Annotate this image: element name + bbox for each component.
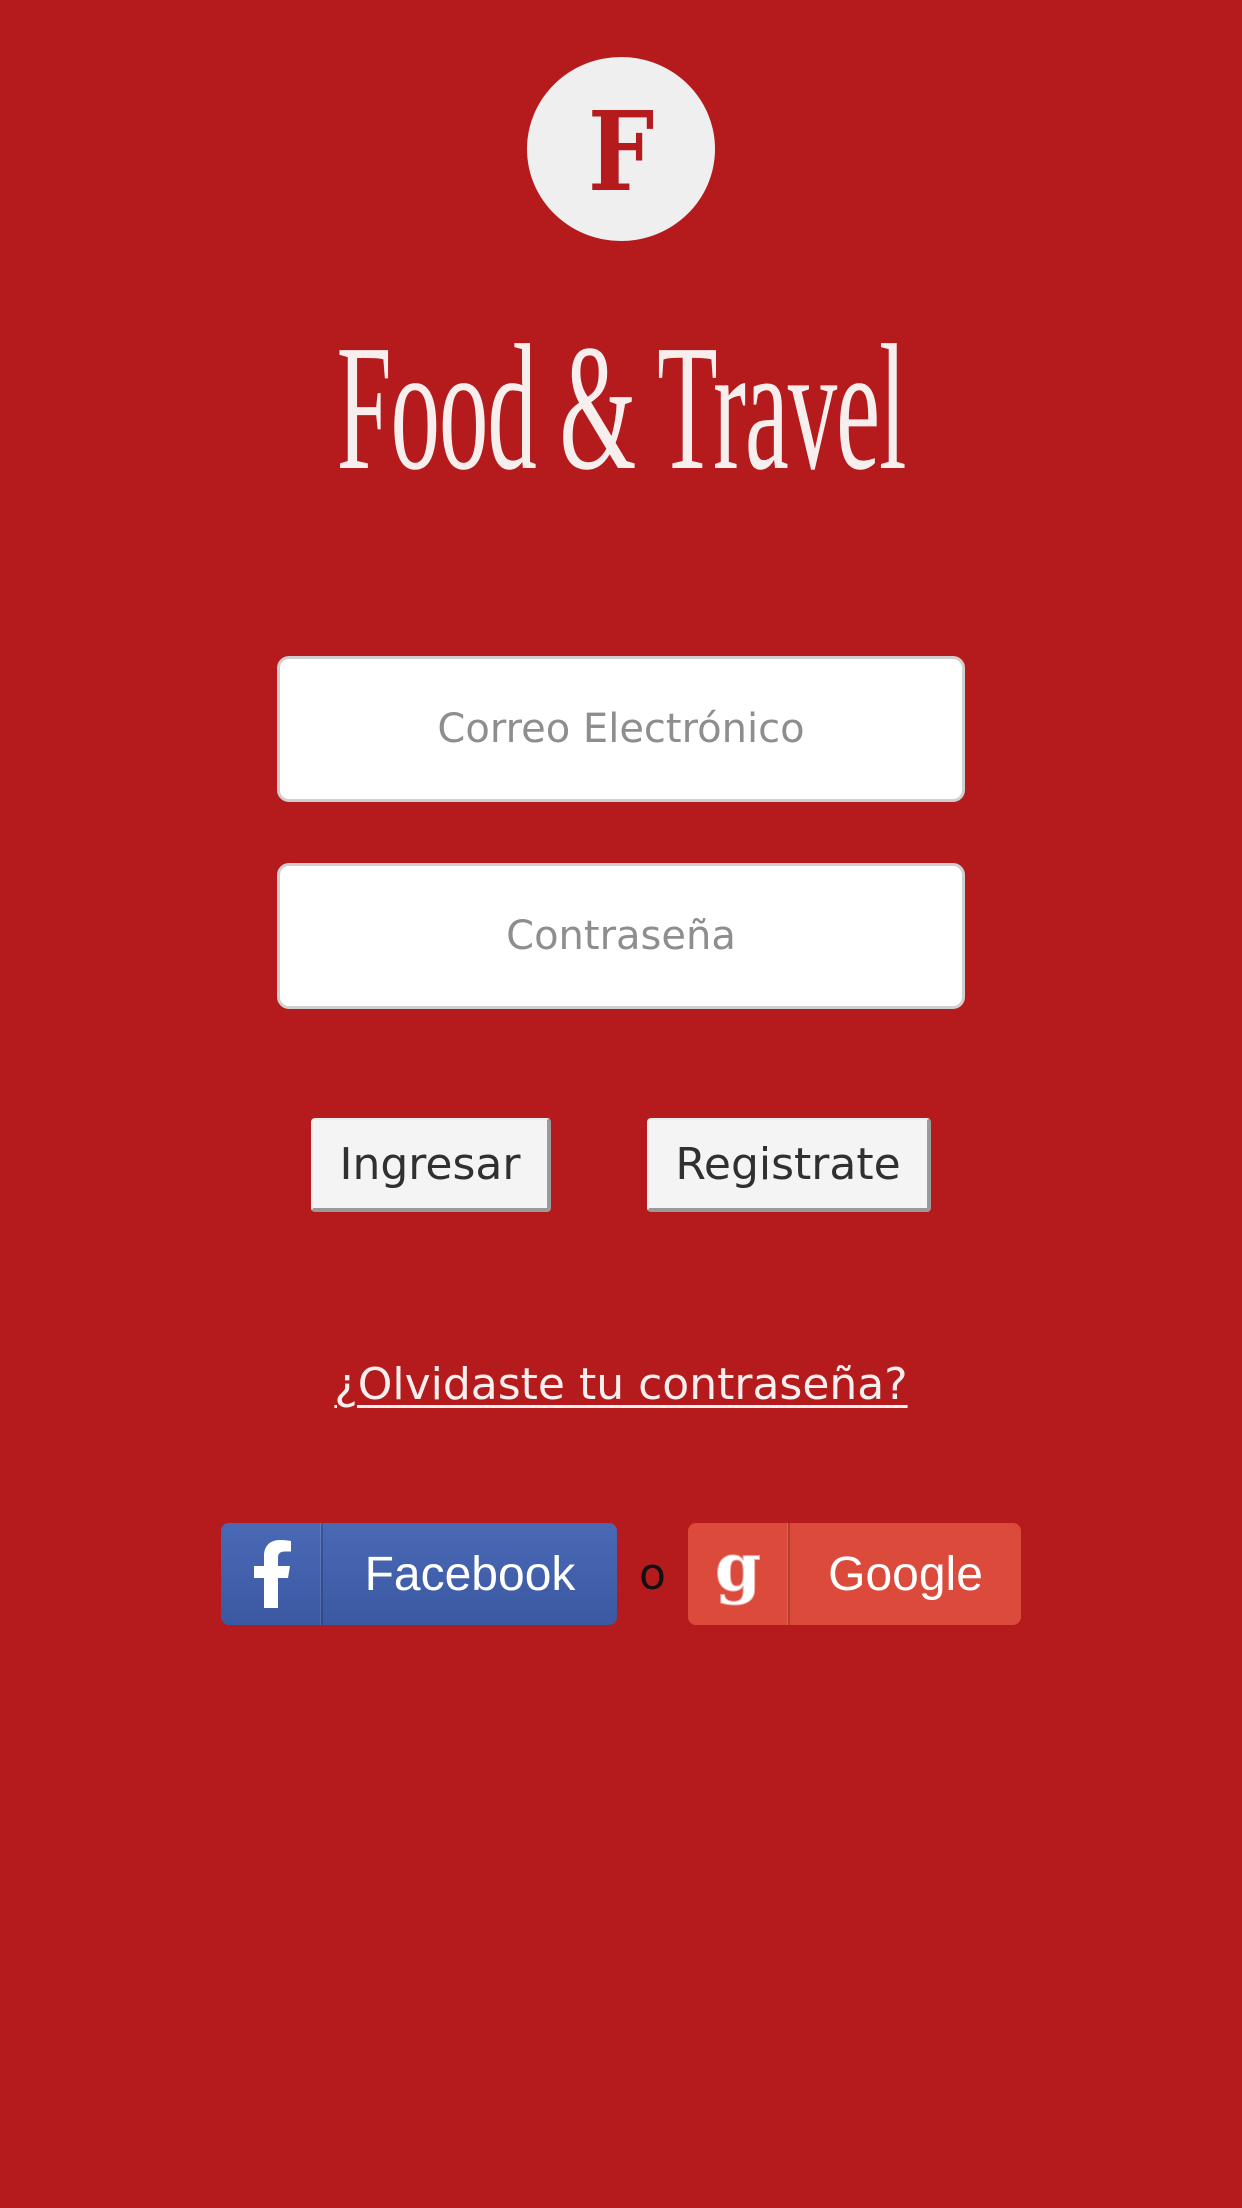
or-separator: o — [639, 1549, 666, 1600]
forgot-password-container: ¿Olvidaste tu contraseña? — [0, 1355, 1242, 1415]
facebook-login-button[interactable]: Facebook — [221, 1523, 617, 1625]
register-button[interactable]: Registrate — [647, 1118, 931, 1212]
google-login-button[interactable]: g Google — [688, 1523, 1021, 1625]
forgot-password-link[interactable]: ¿Olvidaste tu contraseña? — [334, 1359, 907, 1410]
password-field[interactable] — [277, 863, 965, 1009]
google-icon: g — [688, 1523, 790, 1625]
svg-text:g: g — [715, 1538, 761, 1606]
email-field[interactable] — [277, 656, 965, 802]
facebook-icon — [221, 1523, 323, 1625]
app-title: Food & Travel — [336, 308, 907, 507]
app-logo: F — [527, 57, 715, 241]
logo-letter: F — [587, 87, 655, 216]
facebook-label: Facebook — [364, 1547, 576, 1601]
login-button[interactable]: Ingresar — [311, 1118, 551, 1212]
google-label: Google — [828, 1547, 983, 1601]
